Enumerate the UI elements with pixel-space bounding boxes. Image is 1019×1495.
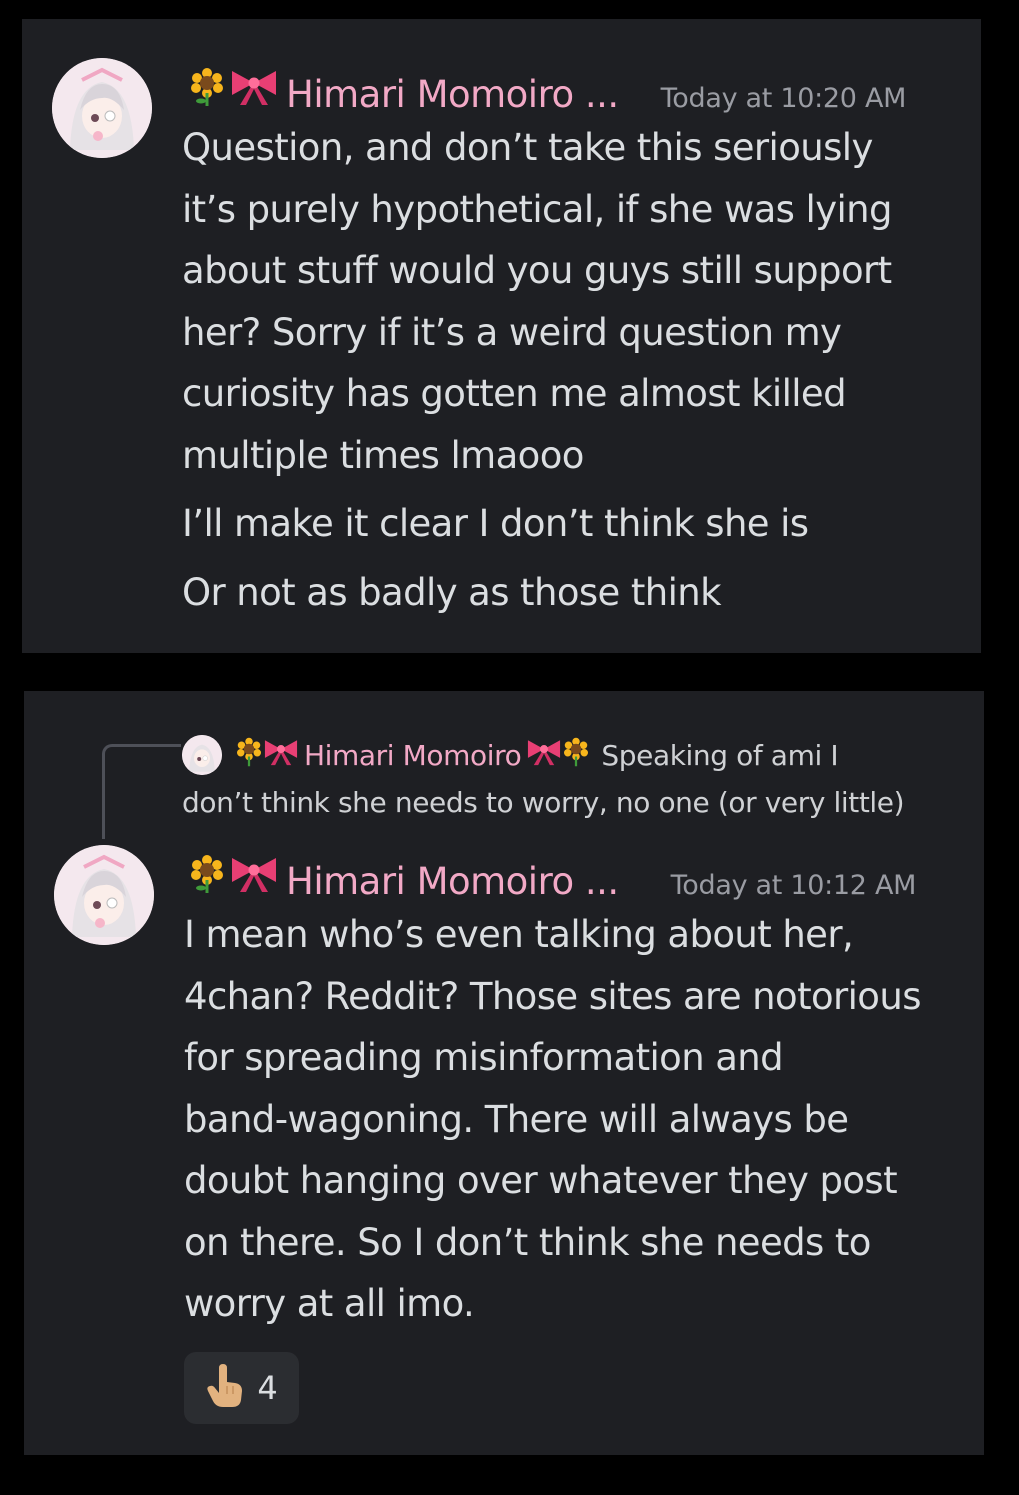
message-line: her? Sorry if it’s a weird question my — [182, 310, 842, 354]
followup-message: Or not as badly as those think — [182, 571, 722, 614]
message-line: curiosity has gotten me almost killed — [182, 372, 847, 415]
followup-message: I’ll make it clear I don’t think she is — [182, 502, 809, 545]
message-panel-1: Himari Momoiro ... Today at 10:20 AM Que… — [22, 19, 981, 653]
reply-preview-text: Speaking of ami I — [601, 738, 839, 772]
message-line: it’s purely hypothetical, if she was lyi… — [182, 187, 893, 231]
message-line: on there. So I don’t think she needs to — [184, 1220, 871, 1264]
message-header: Himari Momoiro ... Today at 10:20 AM — [190, 67, 906, 116]
avatar-art-icon — [52, 58, 152, 158]
message-body: Question, and don’t take this seriously … — [182, 117, 893, 486]
username[interactable]: Himari Momoiro ... — [286, 860, 619, 903]
ribbon-emoji — [262, 737, 300, 774]
sunflower-emoji — [236, 737, 262, 774]
reaction-button[interactable]: 4 — [184, 1352, 299, 1424]
message-panel-2: Himari Momoiro Speaking of ami I don’t t — [24, 691, 984, 1455]
reply-avatar[interactable] — [182, 735, 222, 775]
user-avatar[interactable] — [52, 58, 152, 158]
message-line: band-wagoning. There will always be — [184, 1097, 849, 1141]
message-line: about stuff would you guys still support — [182, 249, 892, 292]
message-line: 4chan? Reddit? Those sites are notorious — [184, 974, 921, 1018]
message-header: Himari Momoiro ... Today at 10:12 AM — [190, 854, 916, 903]
message-line: Question, and don’t take this seriously — [182, 126, 873, 169]
message-timestamp: Today at 10:20 AM — [660, 83, 907, 114]
message-line: worry at all imo. — [184, 1282, 475, 1325]
avatar-art-icon — [182, 735, 222, 775]
sunflower-emoji — [190, 67, 224, 111]
reply-username[interactable]: Himari Momoiro — [304, 739, 522, 772]
reply-preview-text: don’t think she needs to worry, no one (… — [182, 786, 905, 819]
message-line: for spreading misinformation and — [184, 1036, 784, 1079]
message-line: multiple times lmaooo — [182, 433, 584, 477]
user-avatar[interactable] — [54, 845, 154, 945]
pointing-hand-icon — [205, 1364, 245, 1412]
reply-preview[interactable]: Himari Momoiro Speaking of ami I — [182, 735, 839, 775]
ribbon-emoji — [525, 737, 563, 774]
message-body: I mean who’s even talking about her, 4ch… — [184, 904, 921, 1335]
message-timestamp: Today at 10:12 AM — [670, 870, 917, 901]
username[interactable]: Himari Momoiro ... — [286, 73, 619, 116]
sunflower-emoji — [190, 854, 224, 898]
message-line: I mean who’s even talking about her, — [184, 913, 854, 956]
sunflower-emoji — [563, 737, 589, 774]
ribbon-emoji — [228, 67, 280, 111]
ribbon-emoji — [228, 854, 280, 898]
reaction-count: 4 — [257, 1369, 278, 1407]
message-line: doubt hanging over whatever they post — [184, 1159, 898, 1202]
reply-connector — [102, 744, 181, 839]
avatar-art-icon — [54, 845, 154, 945]
